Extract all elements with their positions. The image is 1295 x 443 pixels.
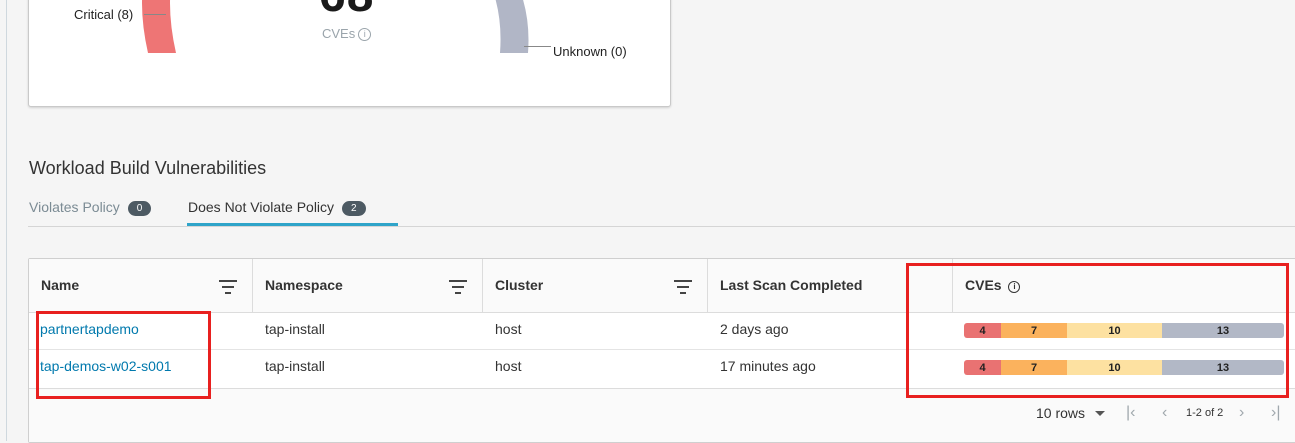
- gauge-leader-line: [144, 14, 166, 15]
- first-page-icon[interactable]: |‹: [1126, 404, 1135, 422]
- column-separator: [707, 259, 708, 312]
- namespace-cell: tap-install: [265, 321, 325, 337]
- highlight-box-cves: [906, 263, 1289, 398]
- rows-per-page-value: 10 rows: [1036, 405, 1086, 421]
- gauge-critical-arc: [142, 0, 176, 53]
- column-header-cluster[interactable]: Cluster: [495, 277, 543, 293]
- gauge-unknown-arc: [495, 0, 529, 53]
- gauge-label-critical: Critical (8): [74, 7, 134, 22]
- tab-violates-policy[interactable]: Violates Policy 0: [29, 199, 152, 216]
- previous-page-icon[interactable]: ‹: [1162, 404, 1167, 422]
- column-separator: [252, 259, 253, 312]
- active-tab-indicator: [187, 223, 398, 226]
- total-cves-count: 68: [319, 0, 374, 20]
- last-scan-cell: 2 days ago: [720, 321, 789, 337]
- info-icon[interactable]: i: [358, 28, 372, 41]
- cluster-cell: host: [495, 358, 522, 374]
- page-edge-divider: [6, 0, 7, 441]
- tab-does-not-violate-policy[interactable]: Does Not Violate Policy 2: [188, 199, 366, 216]
- caret-down-icon: [1095, 411, 1106, 416]
- column-header-namespace[interactable]: Namespace: [265, 277, 343, 293]
- column-header-name[interactable]: Name: [41, 277, 79, 293]
- column-separator: [482, 259, 483, 312]
- cves-caption-label: CVEs: [322, 26, 356, 41]
- tab-label: Does Not Violate Policy: [188, 199, 335, 215]
- column-header-last-scan[interactable]: Last Scan Completed: [720, 277, 862, 293]
- filter-icon[interactable]: [674, 280, 692, 294]
- total-cves-caption: CVEs i: [322, 26, 372, 41]
- filter-icon[interactable]: [219, 280, 237, 294]
- filter-icon[interactable]: [449, 280, 467, 294]
- next-page-icon[interactable]: ›: [1239, 404, 1244, 422]
- namespace-cell: tap-install: [265, 358, 325, 374]
- tabs-divider: [28, 226, 1295, 227]
- last-scan-cell: 17 minutes ago: [720, 358, 816, 374]
- page-range: 1-2 of 2: [1186, 407, 1224, 419]
- last-page-icon[interactable]: ›|: [1271, 404, 1280, 422]
- count-badge: 0: [127, 201, 152, 216]
- highlight-box-names: [36, 311, 211, 399]
- count-badge: 2: [342, 201, 366, 216]
- rows-per-page-select[interactable]: 10 rows: [1036, 405, 1106, 421]
- gauge-label-unknown: Unknown (0): [553, 44, 627, 59]
- tab-label: Violates Policy: [29, 199, 120, 215]
- section-title: Workload Build Vulnerabilities: [29, 158, 267, 178]
- gauge-leader-line: [524, 46, 551, 47]
- cluster-cell: host: [495, 321, 522, 337]
